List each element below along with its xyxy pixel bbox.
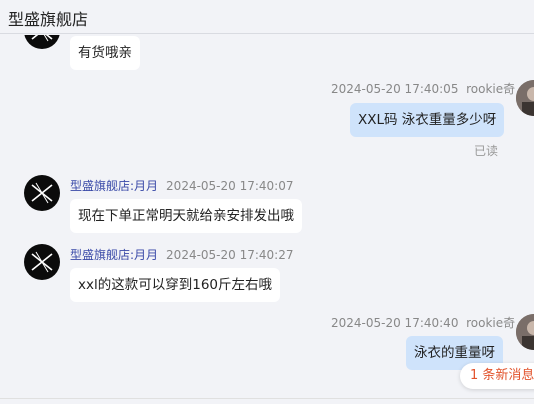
message-bubble[interactable]: xxl的这款可以穿到160斤左右哦 (70, 268, 280, 302)
input-area-top (0, 398, 534, 404)
message-bubble[interactable]: 现在下单正常明天就给亲安排发出哦 (70, 199, 302, 233)
message-list[interactable]: 有货哦亲 2024-05-20 17:40:05 rookie奇 XXL码 泳衣… (0, 35, 534, 398)
shop-avatar[interactable] (24, 244, 60, 280)
message-sender[interactable]: 型盛旗舰店:月月 (70, 248, 158, 262)
shop-avatar[interactable] (24, 35, 60, 49)
message-meta: 2024-05-20 17:40:40 rookie奇 (331, 314, 515, 331)
message-meta: 2024-05-20 17:40:05 rookie奇 (331, 80, 515, 97)
message-sender: rookie奇 (466, 316, 516, 330)
message-timestamp: 2024-05-20 17:40:40 (331, 316, 459, 330)
message-bubble[interactable]: XXL码 泳衣重量多少呀 (350, 103, 505, 137)
shop-avatar[interactable] (24, 175, 60, 211)
message-sender[interactable]: 型盛旗舰店:月月 (70, 179, 158, 193)
message-timestamp: 2024-05-20 17:40:05 (331, 82, 459, 96)
message-timestamp: 2024-05-20 17:40:27 (166, 248, 294, 262)
message-timestamp: 2024-05-20 17:40:07 (166, 179, 294, 193)
shop-name: 型盛旗舰店 (8, 10, 89, 29)
read-status: 已读 (474, 144, 499, 158)
user-avatar[interactable] (516, 314, 534, 350)
message-sender: rookie奇 (466, 82, 516, 96)
user-avatar[interactable] (516, 80, 534, 116)
message-meta: 型盛旗舰店:月月 2024-05-20 17:40:07 (70, 177, 294, 194)
message-meta: 型盛旗舰店:月月 2024-05-20 17:40:27 (70, 246, 294, 263)
chat-header: 型盛旗舰店 (0, 0, 534, 34)
message-bubble[interactable]: 有货哦亲 (70, 36, 140, 70)
new-message-notice[interactable]: 1 条新消息 (460, 363, 534, 389)
